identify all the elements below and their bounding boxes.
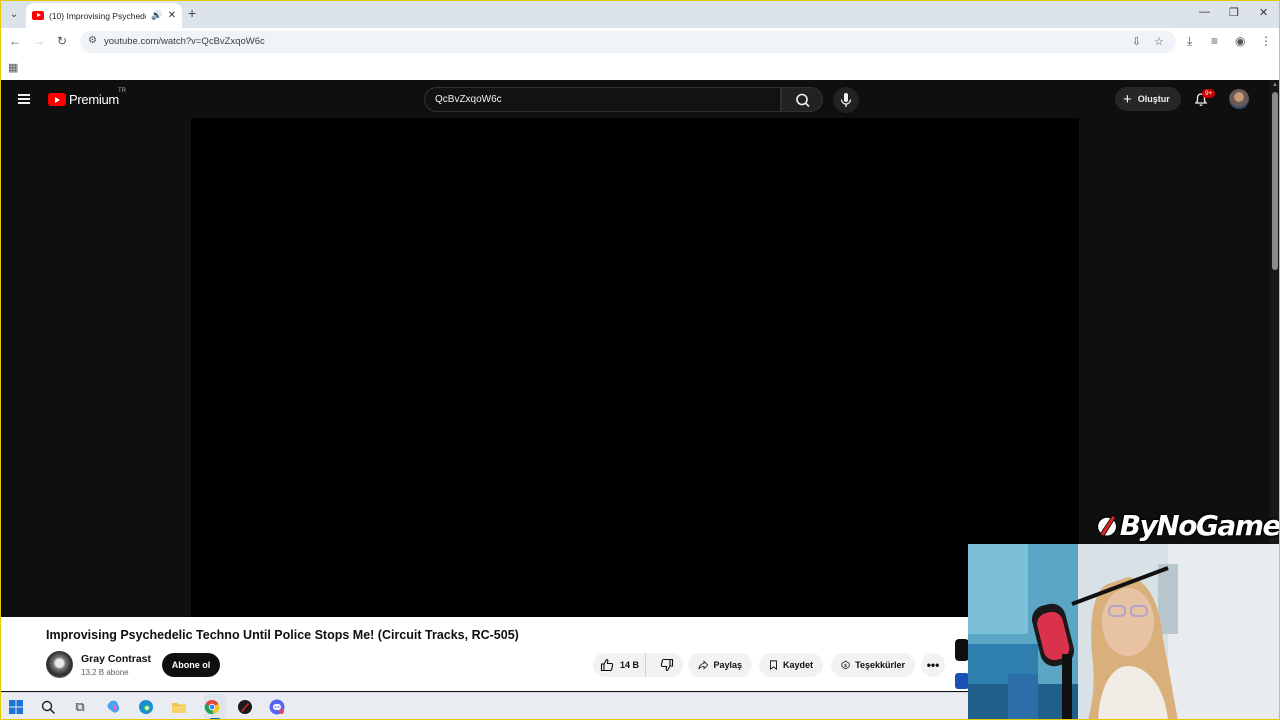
forward-icon[interactable]: → xyxy=(33,34,45,48)
search-icon[interactable] xyxy=(39,698,57,716)
audio-playing-icon[interactable]: 🔊 xyxy=(151,10,162,21)
share-icon xyxy=(698,660,709,670)
menu-icon[interactable] xyxy=(18,94,30,104)
tab-search-icon[interactable]: ⌄ xyxy=(6,6,22,22)
microphone-icon xyxy=(840,93,852,107)
youtube-header: Premium TR QcBvZxqoW6c + Oluştur 9+ xyxy=(0,80,1270,118)
search-icon xyxy=(796,93,810,108)
brand-logo-icon xyxy=(1096,515,1118,537)
thanks-button[interactable]: $ Teşekkürler xyxy=(831,653,915,677)
bookmark-star-icon[interactable]: ☆ xyxy=(1154,35,1164,48)
url-text[interactable]: youtube.com/watch?v=QcBvZxqoW6c xyxy=(104,36,265,47)
like-button[interactable]: 14 B xyxy=(593,653,646,677)
side-panel-chip[interactable] xyxy=(955,639,969,661)
browser-tab-strip: ⌄ (10) Improvising Psychedelic 🔊 ✕ + — ❐… xyxy=(0,0,1280,28)
discord-icon[interactable] xyxy=(268,698,286,716)
video-title: Improvising Psychedelic Techno Until Pol… xyxy=(46,628,519,642)
region-code: TR xyxy=(118,88,126,94)
webcam-overlay xyxy=(968,544,1280,720)
task-view-icon[interactable]: ⧉ xyxy=(71,698,89,716)
youtube-logo[interactable]: Premium xyxy=(48,92,119,107)
app-red-icon[interactable] xyxy=(236,698,254,716)
account-avatar[interactable] xyxy=(1229,89,1249,109)
save-button[interactable]: Kaydet xyxy=(759,653,823,677)
browser-tab-active[interactable]: (10) Improvising Psychedelic 🔊 ✕ xyxy=(26,3,182,28)
search-button[interactable] xyxy=(781,87,823,112)
file-explorer-icon[interactable] xyxy=(170,698,188,716)
scroll-up-icon[interactable]: ▲ xyxy=(1272,82,1278,88)
subscribe-button[interactable]: Abone ol xyxy=(162,653,220,677)
new-tab-button[interactable]: + xyxy=(188,5,196,21)
bookmarks-bar: ▦ xyxy=(0,56,1280,80)
super-thanks-icon: $ xyxy=(841,660,850,670)
downloads-icon[interactable]: ⤓ xyxy=(1187,34,1192,49)
video-player[interactable] xyxy=(191,118,1079,617)
voice-search-button[interactable] xyxy=(833,87,859,113)
webcam-feed-image xyxy=(968,544,1280,720)
youtube-play-logo-icon xyxy=(48,93,66,106)
tab-title: (10) Improvising Psychedelic xyxy=(49,10,146,21)
like-dislike-group: 14 B xyxy=(593,653,683,677)
channel-avatar[interactable] xyxy=(46,651,73,678)
copilot-icon[interactable] xyxy=(105,698,123,716)
like-count: 14 B xyxy=(620,660,640,670)
side-panel-thumbnail[interactable] xyxy=(955,673,969,689)
thumbs-down-icon xyxy=(660,658,673,672)
notification-badge: 9+ xyxy=(1202,89,1216,98)
channel-name[interactable]: Gray Contrast xyxy=(81,653,151,665)
more-actions-button[interactable]: ••• xyxy=(921,653,945,677)
youtube-favicon-icon xyxy=(32,11,44,20)
create-label: Oluştur xyxy=(1137,94,1170,104)
create-button[interactable]: + Oluştur xyxy=(1115,87,1181,111)
site-info-icon[interactable]: ⚙ xyxy=(88,35,97,46)
close-window-icon[interactable]: ✕ xyxy=(1259,6,1268,19)
install-app-icon[interactable]: ⇩ xyxy=(1132,35,1141,48)
minimize-icon[interactable]: — xyxy=(1199,6,1210,18)
brand-text: ByNoGame xyxy=(1119,508,1280,542)
bookmark-icon xyxy=(770,660,777,671)
dislike-button[interactable] xyxy=(651,653,683,677)
reload-icon[interactable]: ↻ xyxy=(57,34,67,48)
logo-text: Premium xyxy=(69,92,119,107)
edge-icon[interactable] xyxy=(137,698,155,716)
browser-toolbar: ← → ↻ ⚙ youtube.com/watch?v=QcBvZxqoW6c … xyxy=(0,28,1280,56)
back-icon[interactable]: ← xyxy=(9,34,21,48)
share-button[interactable]: Paylaş xyxy=(688,653,752,677)
close-tab-icon[interactable]: ✕ xyxy=(168,10,176,21)
search-input[interactable]: QcBvZxqoW6c xyxy=(424,87,781,112)
scroll-thumb[interactable] xyxy=(1272,92,1278,270)
apps-grid-icon[interactable]: ▦ xyxy=(8,61,18,74)
thanks-label: Teşekkürler xyxy=(855,660,905,670)
address-bar[interactable]: ⚙ youtube.com/watch?v=QcBvZxqoW6c ⇩ ☆ xyxy=(80,31,1176,53)
chrome-icon[interactable] xyxy=(203,698,221,716)
media-control-icon[interactable]: ≡ xyxy=(1211,34,1218,48)
save-label: Kaydet xyxy=(782,660,813,670)
brand-overlay: ByNoGame xyxy=(1096,504,1280,546)
windows-start-icon[interactable] xyxy=(7,698,25,716)
profile-icon[interactable]: ◉ xyxy=(1235,34,1245,48)
share-label: Paylaş xyxy=(713,660,742,670)
thumbs-up-icon xyxy=(600,658,614,672)
svg-text:$: $ xyxy=(844,663,847,668)
restore-icon[interactable]: ❐ xyxy=(1229,6,1239,19)
chrome-menu-icon[interactable]: ⋮ xyxy=(1260,34,1272,48)
plus-icon: + xyxy=(1123,90,1132,108)
subscriber-count: 13,2 B abone xyxy=(81,668,129,677)
search-query[interactable]: QcBvZxqoW6c xyxy=(435,94,502,105)
